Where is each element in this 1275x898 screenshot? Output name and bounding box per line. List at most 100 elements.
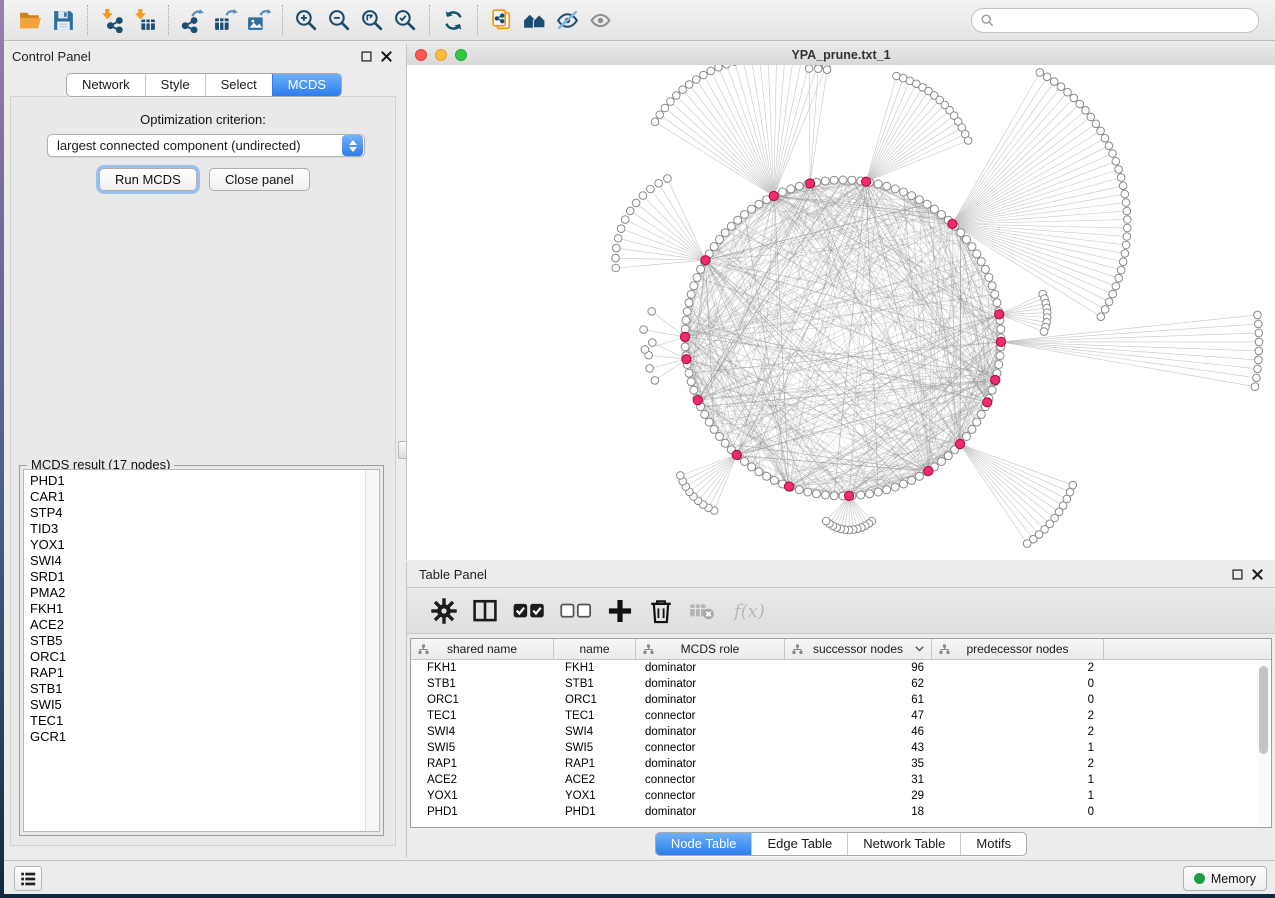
list-item[interactable]: ACE2 [24, 617, 365, 633]
show-panels-button[interactable] [14, 866, 42, 891]
tab-network-table[interactable]: Network Table [847, 833, 960, 855]
list-item[interactable]: STB1 [24, 681, 365, 697]
table-row[interactable]: RAP1RAP1dominator352 [411, 756, 1255, 772]
open-file-button[interactable] [14, 4, 47, 37]
sort-desc-icon [915, 646, 924, 652]
search-box [971, 8, 1259, 33]
close-panel-button[interactable]: Close panel [209, 168, 310, 191]
scrollbar-thumb[interactable] [1259, 666, 1268, 754]
duplicate-network-button[interactable] [485, 4, 518, 37]
table-row[interactable]: ACE2ACE2connector311 [411, 772, 1255, 788]
search-input[interactable] [1000, 12, 1249, 29]
deselect-all-button[interactable] [560, 598, 592, 624]
function-builder-button[interactable]: f(x) [730, 598, 770, 624]
list-item[interactable]: STB5 [24, 633, 365, 649]
app-window: Control Panel NetworkStyleSelectMCDS Opt… [4, 0, 1275, 893]
float-panel-icon[interactable] [1232, 569, 1243, 580]
first-neighbors-button[interactable] [518, 4, 551, 37]
zoom-in-icon [294, 8, 319, 33]
list-item[interactable]: PHD1 [24, 473, 365, 489]
export-table-icon [213, 8, 238, 33]
memory-label: Memory [1211, 872, 1256, 886]
table-row[interactable]: SWI4SWI4dominator462 [411, 724, 1255, 740]
list-item[interactable]: SWI5 [24, 697, 365, 713]
table-row[interactable]: PHD1PHD1dominator180 [411, 804, 1255, 820]
table-panel: Table Panel f(x) shared namenameMCDS rol… [406, 562, 1275, 858]
column-header-MCDS-role[interactable]: MCDS role [636, 639, 785, 659]
list-item[interactable]: YOX1 [24, 537, 365, 553]
columns-icon [472, 598, 498, 624]
export-image-icon [246, 8, 271, 33]
close-panel-icon[interactable] [1252, 569, 1263, 580]
tab-network[interactable]: Network [67, 74, 145, 96]
column-header-predecessor-nodes[interactable]: predecessor nodes [932, 639, 1104, 659]
control-panel: Control Panel NetworkStyleSelectMCDS Opt… [6, 44, 402, 856]
delete-table-icon [689, 601, 715, 620]
table-row[interactable]: SWI5SWI5connector431 [411, 740, 1255, 756]
gear-icon [431, 598, 457, 624]
tab-style[interactable]: Style [145, 74, 205, 96]
run-mcds-button[interactable]: Run MCDS [99, 168, 197, 191]
tab-motifs[interactable]: Motifs [960, 833, 1026, 855]
add-column-button[interactable] [607, 598, 633, 624]
list-item[interactable]: SWI4 [24, 553, 365, 569]
memory-button[interactable]: Memory [1183, 866, 1267, 891]
tab-edge-table[interactable]: Edge Table [751, 833, 847, 855]
list-icon [19, 870, 37, 888]
table-scrollbar[interactable] [1257, 661, 1270, 825]
export-table-button[interactable] [209, 4, 242, 37]
mcds-tab-content: Optimization criterion: largest connecte… [10, 96, 396, 846]
column-header-shared-name[interactable]: shared name [411, 639, 554, 659]
import-network-button[interactable] [95, 4, 128, 37]
zoom-in-button[interactable] [290, 4, 323, 37]
float-panel-icon[interactable] [361, 51, 372, 62]
table-row[interactable]: STB1STB1dominator620 [411, 676, 1255, 692]
delete-column-button[interactable] [648, 598, 674, 624]
export-image-button[interactable] [242, 4, 275, 37]
table-row[interactable]: YOX1YOX1connector291 [411, 788, 1255, 804]
network-view-panel: YPA_prune.txt_1 [406, 44, 1275, 560]
refresh-view-button[interactable] [437, 4, 470, 37]
table-row[interactable]: ORC1ORC1dominator610 [411, 692, 1255, 708]
toolbar-separator [168, 5, 169, 35]
memory-status-icon [1194, 873, 1205, 884]
tab-select[interactable]: Select [205, 74, 272, 96]
tab-mcds[interactable]: MCDS [272, 74, 341, 96]
show-all-button[interactable] [584, 4, 617, 37]
result-list-scrollbar[interactable] [365, 470, 379, 831]
main-toolbar [4, 0, 1275, 41]
list-item[interactable]: SRD1 [24, 569, 365, 585]
zoom-fit-button[interactable] [356, 4, 389, 37]
hide-selected-button[interactable] [551, 4, 584, 37]
zoom-selected-button[interactable] [389, 4, 422, 37]
import-table-button[interactable] [128, 4, 161, 37]
optimization-criterion-label: Optimization criterion: [11, 112, 395, 127]
column-header-successor-nodes[interactable]: successor nodes [785, 639, 932, 659]
list-item[interactable]: TID3 [24, 521, 365, 537]
show-columns-button[interactable] [472, 598, 498, 624]
list-item[interactable]: TEC1 [24, 713, 365, 729]
trash-icon [648, 598, 674, 624]
list-item[interactable]: ORC1 [24, 649, 365, 665]
list-item[interactable]: PMA2 [24, 585, 365, 601]
settings-gear-button[interactable] [431, 598, 457, 624]
list-item[interactable]: FKH1 [24, 601, 365, 617]
table-row[interactable]: FKH1FKH1dominator962 [411, 660, 1255, 676]
mcds-result-list[interactable]: PHD1CAR1STP4TID3YOX1SWI4SRD1PMA2FKH1ACE2… [23, 469, 380, 832]
close-panel-icon[interactable] [381, 51, 392, 62]
delete-table-button[interactable] [689, 598, 715, 624]
tab-node-table[interactable]: Node Table [656, 833, 752, 855]
list-item[interactable]: RAP1 [24, 665, 365, 681]
select-all-button[interactable] [513, 598, 545, 624]
zoom-out-button[interactable] [323, 4, 356, 37]
list-item[interactable]: GCR1 [24, 729, 365, 745]
network-canvas[interactable] [407, 65, 1275, 560]
column-header-name[interactable]: name [554, 639, 636, 659]
save-floppy-icon [51, 8, 76, 33]
list-item[interactable]: CAR1 [24, 489, 365, 505]
optimization-criterion-select[interactable]: largest connected component (undirected) [47, 134, 365, 157]
save-session-button[interactable] [47, 4, 80, 37]
export-network-button[interactable] [176, 4, 209, 37]
list-item[interactable]: STP4 [24, 505, 365, 521]
table-row[interactable]: TEC1TEC1connector472 [411, 708, 1255, 724]
